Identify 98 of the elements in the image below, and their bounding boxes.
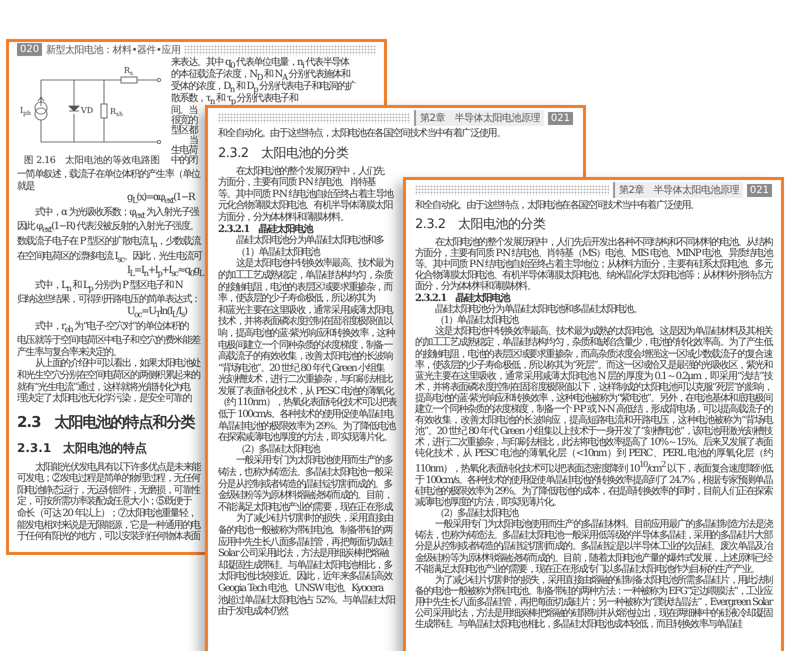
subsection-heading: 2.3.2.1 晶硅太阳电池	[218, 224, 312, 235]
text-line: 中的闭	[171, 156, 198, 166]
page-number: 020	[17, 43, 42, 56]
circuit-label: R$_{s}$	[124, 66, 134, 77]
text-line: 电压就等于空间电荷区中电子和空穴的费米能差	[17, 335, 200, 346]
paragraph: 为了减少硅片切割时的损失，采用直接由熔融的硅制备太阳电池所需多晶硅片，用此法制备的电池一般被称为带硅电池。制备带硅的两种方法：一种被称为 EFG“定边喂膜法”，工业应用中先生长八面多晶硅管，再把每面切成硅片；另一种被称为“蹼状结晶法”，Evergreen Solar 公司采用此法，方法是用细炭棒把熔融的硅限制并从熔池拉出，现在两细棒中的硅液冷却凝固生成带硅。与单晶硅太阳电池相比，多晶硅太阳电池成本较低，而且转换效率与单晶硅	[415, 574, 772, 630]
text-line: 很宽的	[171, 116, 198, 126]
text-line: 生电荷	[171, 146, 198, 156]
text-line: 就有“光生电流”通过，这样就将光能转化为电	[17, 382, 190, 392]
text-line: 不能满足太阳电池产业的需要，现在正在形成	[218, 502, 392, 513]
circuit-label: I$_{ph}$	[20, 106, 31, 117]
text-line: 于任何有阳光的地方，可以安装到任何物体表面	[17, 531, 200, 543]
formula: U$_{oc}$=U$_{T}$ln(I$_{L}$/I$_{s}$)	[126, 306, 187, 320]
text-line: （1）单晶硅太阳电池	[235, 246, 320, 258]
formula: I$_{L}$=I$_{n}$+I$_{p}$+I$_{sc}$≈q$_{0}$g$_{L}$	[126, 265, 204, 280]
text-line: 技术，并将表面磷浓度控制在固溶度极限值以	[218, 316, 392, 328]
paragraph: 这是太阳电池中转换效率最高、技术最为成熟的太阳电池。这是因为单晶硅材料及其相关的加工工艺成熟稳定，单晶硅结构均匀，杂质和缺陷含量少，电池的转化效率高。为了产生低的接触电阻，电池的表层区域要求重掺杂，而高杂质浓度会增强这一区域少数载流子的复合速率，使该层的少子寿命极低，所以称其为“死层”。而这一区域恰又是最强的光吸收区，紫光和蓝光主要在这里吸收，通常采用减薄太阳电池 N 层的厚度为 0.1～0.2μm，即采用“浅结”技术，并将表面磷浓度控制在固溶度极限值以下，这样制成的太阳电池可以克服“死层”的影响，提高电池的蓝-紫光响应和转换效率，这种电池被称为“紫电池”。另外，在电池基体和底电极间建立一个同种杂质的浓度梯度，制备一个 P-P 或 N-N 高低结，形成背电场，可以提高载流子的有效收集，改善太阳电池的长波响应，提高短路电流和开路电压，这种电池被称为“背场电池”。20 世纪 80 年代 Green 小组集以上技术于一身开发了“刻槽电池”，该电池用激光刻槽技术，进行二次重掺杂，与印刷法相比，此法将电池效率提高了 10%～15%。后来又发展了表面钝化技术，从 PESC 电池的薄氧化层（<10nm）到 PERC、PERL 电池的厚氧化层（约 110nm），热氧化表面钝化技术可以把表面态密度降到 10$^{10}$/cm$^{2}$ 以下，表面复合速度降到低于 100cm/s。各种技术的使用促使单晶硅电池的转换效率提高到了 24.7%，根据专家预测单晶硅电池的极限效率为 29%。为了降低电池的成本，在提高转换效率的同时，目前人们正在探索减薄电池厚度的方法，即实现薄片化。	[415, 326, 772, 508]
paragraph: 晶硅太阳电池分为单晶硅太阳电池和多晶硅太阳电池。	[434, 304, 642, 316]
text-line: Geogia Tech 电池、UNSW 电池、Kyocera	[218, 582, 383, 594]
text-line: 由于发电成本仍然	[218, 606, 288, 618]
text-line: 可发电；②发电过程是简单的物理过程，无任何	[17, 473, 200, 484]
paragraph: （1）单晶硅太阳电池	[434, 315, 518, 326]
page-number: 021	[548, 112, 573, 124]
text-line: 在太阳电池的整个发展历程中，人们先	[235, 166, 384, 177]
text-line: 间。当	[171, 106, 198, 116]
text-line: 元化合物薄膜太阳电池、有机半导体薄膜太阳	[218, 200, 392, 212]
text-line: 定，可按所需功率装配成任意大小；⑤既便于	[17, 496, 192, 508]
text-line: 却凝固生成带硅。与单晶硅太阳电池相比，多	[218, 560, 392, 571]
text-line: 高载流子的有效收集，改善太阳电池的长波响	[218, 351, 392, 362]
subsection-heading: 2.3.1 太阳电池的特点	[17, 440, 148, 457]
text-line: 这是太阳电池中转换效率最高、技术最为	[235, 258, 393, 270]
text-line: 备的电池一般被称为带硅电池。制备带硅的两	[218, 525, 392, 536]
text-line: 低于 100cm/s。各种技术的使用促使单晶硅电	[218, 409, 393, 420]
text-line: 响，提高电池的蓝-紫光响应和转换效率，这种	[218, 328, 394, 340]
text-line: 归纳这些结果，可得到开路电压的简单表达式：	[17, 294, 200, 306]
text-line: 型区都	[171, 126, 198, 136]
paragraph: 和全自动化。由于这些特点，太阳电池在各国空间技术当中有着广泛使用。	[415, 200, 700, 212]
text-line: 受体的浓度，D$_{n}$ 和 D$_{p}$ 分别代表电子和电洞的扩	[171, 82, 355, 94]
chapter-title: 第2章 半导体太阳电池原理	[414, 110, 544, 126]
text-line: 理决定了太阳电池无化学污染，是安全可靠的	[17, 393, 192, 405]
text-line: 和全自动化。由于这些特点，太阳电池在各国空间技术当中有着广泛使用。	[218, 128, 506, 140]
text-line: 就是	[17, 180, 34, 192]
text-line: 分是从控制或者铸造的晶硅锭切割而成的。多	[218, 478, 392, 490]
text-line: 的接触电阻，电池的表层区域要求重掺杂，而	[218, 282, 392, 293]
section-heading: 2.3.2 太阳电池的分类	[415, 216, 546, 234]
text-line: Solar 公司采用此法，方法是用细炭棒把熔融	[218, 548, 388, 560]
text-line: 因此 φ$_{ext}$(1−R) 代表没被反射的入射光子强度。	[17, 221, 198, 236]
text-line: 数载流子电子在 P 型区的扩散电流 I$_{n}$，少数载流	[17, 236, 200, 250]
text-line: 一般采用专门为太阳电池使用而生产的多	[235, 455, 393, 466]
text-line: 式中，L$_{n}$ 和 L$_{p}$ 分别为 P 型区电子和 N	[34, 280, 182, 294]
section-heading: 2.3 太阳电池的特点和分类	[17, 412, 195, 432]
subsection-heading: 2.3.2.1 晶硅太阳电池	[415, 292, 510, 304]
text-line: 一简单叙述，载流子在单位体积的产生率（单位	[17, 169, 200, 180]
circuit-label: VD	[81, 106, 94, 115]
text-line: 太阳能光伏发电具有以下许多优点是未来能	[35, 462, 200, 473]
text-line: 电极间建立一个同种杂质的浓度梯度，制备一	[218, 340, 392, 350]
formula: g$_{L}$(x)=αφ$_{ext}$(1−R	[126, 192, 194, 206]
text-line: 的加工工艺成熟稳定，单晶硅结构均匀，杂质	[218, 270, 392, 282]
text-line: 从上面的介绍中可以看出，如果太阳电池处	[34, 358, 200, 370]
text-line: 产生率与复合率来决定的。	[17, 346, 122, 358]
text-line: 式中，r$_{eh}$ 为“电子-空穴对”的单位体积的	[34, 320, 188, 334]
chapter-title: 第2章 半导体太阳电池原理	[613, 182, 743, 198]
text-line: （约 110nm），热氧化表面钝化技术可以把表	[218, 397, 396, 408]
text-line: 金级硅粉等为原材料熔融浇铸而成的。目前，	[218, 490, 392, 502]
text-line: 应用中先生长八面多晶硅管，再把每面切成硅	[218, 536, 392, 548]
running-title: 新型太阳电池：材料•器件•应用	[46, 44, 180, 56]
text-line: 在空间电荷区的漂移电流 I$_{sc}$。因此，光生电流可	[17, 250, 202, 266]
circuit-label: R$_{sh}$	[110, 107, 123, 118]
text-line: 当	[189, 136, 198, 146]
text-line: 式中，α 为光吸收系数；φ$_{ext}$ 为入射光子强	[34, 206, 198, 220]
text-line: 发展了表面钝化技术，从 PESC 电池的薄氧化	[218, 386, 393, 397]
text-line: 能发电相对来说是无限能源，它是一种通用的电	[17, 520, 200, 531]
page-number: 021	[746, 184, 772, 196]
text-line: 等。其中同质 P-N 结电池自始至终占着主导地	[218, 188, 393, 200]
text-line: 来表达。其中 q$_{0}$ 代表单位电量，n$_{i}$ 代表半导体	[171, 58, 349, 70]
text-line: 光刻槽技术，进行二次重掺杂，与印刷法相比	[218, 374, 392, 386]
text-line: 和蓝光主要在这里吸收，通常采用减薄太阳电	[218, 304, 392, 316]
text-line: 池超过单晶硅太阳电池占 52%。与单晶硅太阳	[218, 594, 395, 606]
text-line: 率，使该层的少子寿命极低，所以称其为	[218, 293, 375, 304]
text-line: （2）多晶硅太阳电池	[235, 444, 320, 455]
section-heading: 2.3.2 太阳电池的分类	[218, 144, 349, 162]
text-line: 在探索减薄电池厚度的方法，即实现薄片化。	[218, 432, 392, 444]
text-line: 命长（可达 20 年以上）；⑦太阳电池重量轻，	[17, 508, 196, 520]
text-line: 方面分，分为体材料和薄膜材料。	[218, 212, 349, 224]
paragraph: （2）多晶硅太阳电池	[434, 508, 518, 520]
figure-caption: 图 2.16 太阳电池的等效电路图	[24, 154, 160, 167]
text-line: 太阳电池比较接近。因此，近年来多晶硅高效	[218, 571, 392, 582]
text-line: 和光生空穴分别在空间电荷区的两侧积累起来的	[17, 370, 200, 382]
text-line: 方面分，主要有同质 P-N 结电池、肖特基	[218, 177, 376, 188]
text-line: “背场电池”。20 世纪 80 年代 Green 小组集	[218, 362, 384, 374]
text-line: 为了减少硅片切割时的损失，采用直接由	[235, 513, 393, 524]
paragraph: 在太阳电池的整个发展历程中，人们先后开发出各种不同结构和不同材料的电池。从结构方面分，主要有同质 P-N 结电池、肖特基（MS）电池、MIS 电池、MINP 电池、异质结电池等。其中同质 P-N 结电池自始至终占着主导地位；从材料方面分，主要有硅系太阳电池、多元化合物薄膜太阳电池、有机半导体薄膜太阳电池、纳米晶化学太阳电池等；从材料外形特点方面分，分为体材料和薄膜材料。	[415, 237, 772, 292]
text-line: 的本征载流子浓度，N$_{D}$ 和 N$_{A}$ 分别代表施体和	[171, 70, 350, 82]
text-line: 铸法，也称为铸造法。多晶硅太阳电池一般采	[218, 467, 392, 478]
paragraph: 一般采用专门为太阳电池使用而生产的多晶硅材料。目前应用最广的多晶硅制造方法是浇铸法，也称为铸造法。多晶硅太阳电池一般采用低等级的半导体多晶硅，采用的多晶硅片大部分是从控制或者铸造的晶硅锭切割而成的。多晶硅锭是以半导体工业的次品硅、废次单晶及冶金级硅粉等为原材料熔融浇铸而成的。目前，随着太阳电池产量的爆炸式发展，上述原料已经不能满足太阳电池产业的需要，现在正在形成专门以多晶硅太阳电池作为目标的生产产业。	[415, 519, 772, 575]
text-line: 阳电池静态运行，无运转部件，无磨损，可靠性	[17, 484, 200, 496]
text-line: 单晶硅电池的极限效率为 29%。为了降低电池	[218, 420, 395, 432]
text-line: 晶硅太阳电池分为单晶硅太阳电池和多	[235, 235, 384, 246]
